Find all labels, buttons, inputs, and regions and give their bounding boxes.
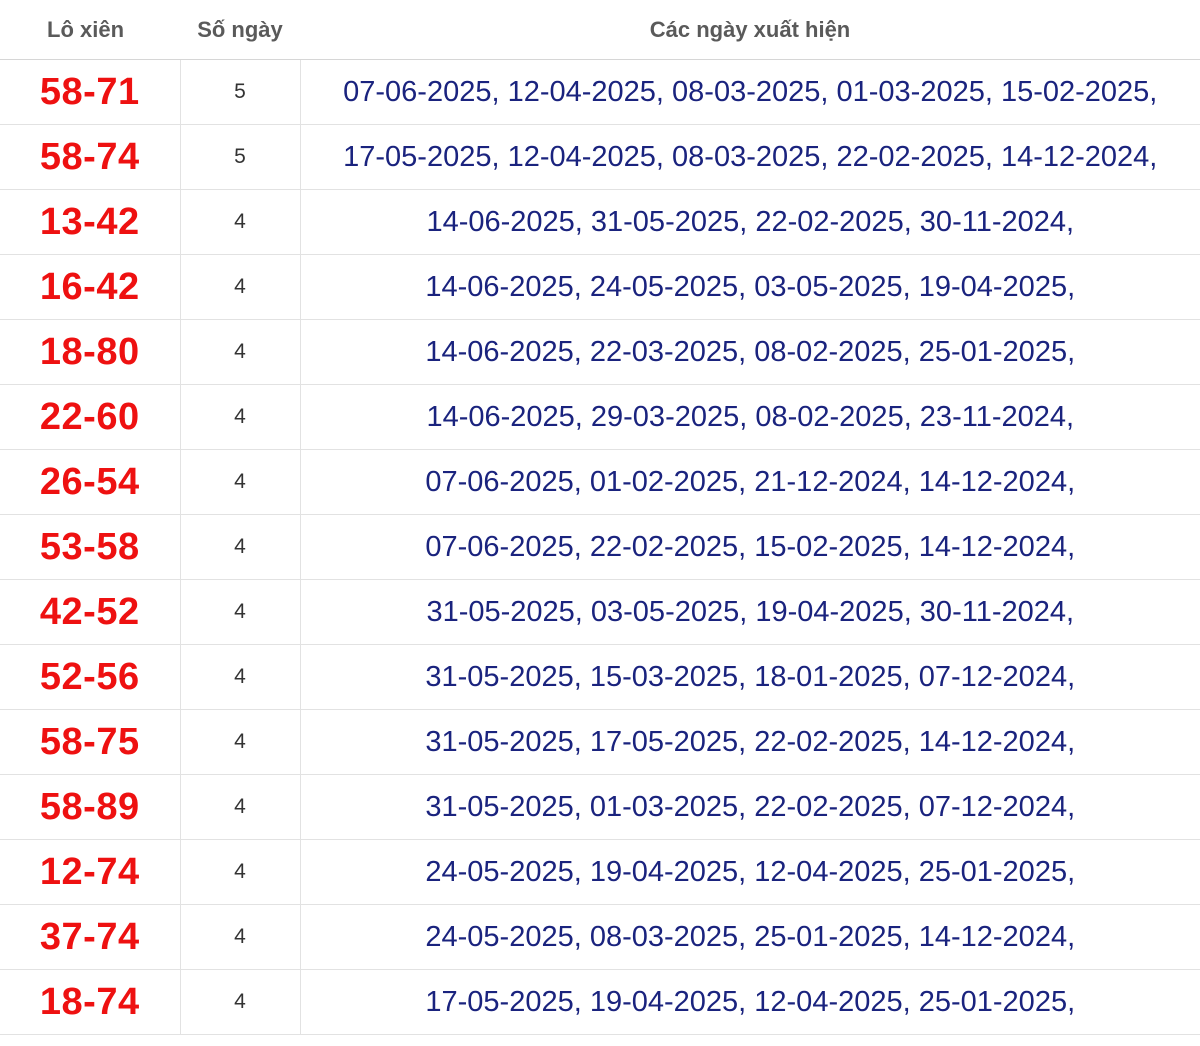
count-cell: 4 [180, 579, 301, 645]
dates-cell: 17-05-2025, 19-04-2025, 12-04-2025, 25-0… [300, 969, 1200, 1035]
dates-cell: 07-06-2025, 01-02-2025, 21-12-2024, 14-1… [300, 449, 1200, 515]
dates-cell: 31-05-2025, 01-03-2025, 22-02-2025, 07-1… [300, 774, 1200, 840]
count-cell: 5 [180, 124, 301, 190]
count-cell: 4 [180, 969, 301, 1035]
table-row: 58-71 5 07-06-2025, 12-04-2025, 08-03-2025… [0, 59, 1200, 125]
pair-cell: 26-54 [0, 449, 181, 515]
pair-cell: 42-52 [0, 579, 181, 645]
header-row: Lô xiên Số ngày Các ngày xuất hiện [0, 0, 1200, 60]
dates-cell: 14-06-2025, 24-05-2025, 03-05-2025, 19-0… [300, 254, 1200, 320]
pair-cell: 37-74 [0, 904, 181, 970]
count-cell: 4 [180, 514, 301, 580]
dates-cell: 07-06-2025, 22-02-2025, 15-02-2025, 14-1… [300, 514, 1200, 580]
table-row: 58-89 4 31-05-2025, 01-03-2025, 22-02-2025… [0, 774, 1200, 840]
table-row: 18-80 4 14-06-2025, 22-03-2025, 08-02-2025… [0, 319, 1200, 385]
table-row: 58-74 5 17-05-2025, 12-04-2025, 08-03-2025… [0, 124, 1200, 190]
pair-cell: 58-74 [0, 124, 181, 190]
table-row: 13-42 4 14-06-2025, 31-05-2025, 22-02-2025… [0, 189, 1200, 255]
table-row: 42-52 4 31-05-2025, 03-05-2025, 19-04-2025… [0, 579, 1200, 645]
pair-cell: 58-75 [0, 709, 181, 775]
count-cell: 4 [180, 774, 301, 840]
dates-cell: 24-05-2025, 19-04-2025, 12-04-2025, 25-0… [300, 839, 1200, 905]
pair-cell: 16-42 [0, 254, 181, 320]
header-pair: Lô xiên [0, 0, 180, 60]
dates-cell: 14-06-2025, 31-05-2025, 22-02-2025, 30-1… [300, 189, 1200, 255]
table-body: 58-71 5 07-06-2025, 12-04-2025, 08-03-2025… [0, 59, 1200, 1035]
header-count: Số ngày [180, 0, 300, 60]
pair-cell: 18-74 [0, 969, 181, 1035]
table-row: 53-58 4 07-06-2025, 22-02-2025, 15-02-2025… [0, 514, 1200, 580]
count-cell: 4 [180, 839, 301, 905]
count-cell: 4 [180, 709, 301, 775]
dates-cell: 24-05-2025, 08-03-2025, 25-01-2025, 14-1… [300, 904, 1200, 970]
dates-cell: 31-05-2025, 15-03-2025, 18-01-2025, 07-1… [300, 644, 1200, 710]
table-row: 16-42 4 14-06-2025, 24-05-2025, 03-05-2025… [0, 254, 1200, 320]
table-row: 26-54 4 07-06-2025, 01-02-2025, 21-12-2024… [0, 449, 1200, 515]
pair-cell: 52-56 [0, 644, 181, 710]
count-cell: 4 [180, 904, 301, 970]
dates-cell: 14-06-2025, 29-03-2025, 08-02-2025, 23-1… [300, 384, 1200, 450]
pair-cell: 13-42 [0, 189, 181, 255]
pair-cell: 58-71 [0, 59, 181, 125]
dates-cell: 31-05-2025, 17-05-2025, 22-02-2025, 14-1… [300, 709, 1200, 775]
dates-cell: 31-05-2025, 03-05-2025, 19-04-2025, 30-1… [300, 579, 1200, 645]
dates-cell: 14-06-2025, 22-03-2025, 08-02-2025, 25-0… [300, 319, 1200, 385]
table-row: 58-75 4 31-05-2025, 17-05-2025, 22-02-2025… [0, 709, 1200, 775]
pair-cell: 58-89 [0, 774, 181, 840]
table-header: Lô xiên Số ngày Các ngày xuất hiện [0, 0, 1200, 60]
pair-cell: 18-80 [0, 319, 181, 385]
table-row: 37-74 4 24-05-2025, 08-03-2025, 25-01-2025… [0, 904, 1200, 970]
dates-cell: 17-05-2025, 12-04-2025, 08-03-2025, 22-0… [300, 124, 1200, 190]
lo-xien-table: Lô xiên Số ngày Các ngày xuất hiện 58-71… [0, 0, 1200, 1035]
header-dates: Các ngày xuất hiện [300, 0, 1200, 60]
count-cell: 4 [180, 644, 301, 710]
count-cell: 4 [180, 384, 301, 450]
table-row: 12-74 4 24-05-2025, 19-04-2025, 12-04-2025… [0, 839, 1200, 905]
dates-cell: 07-06-2025, 12-04-2025, 08-03-2025, 01-0… [300, 59, 1200, 125]
table-row: 22-60 4 14-06-2025, 29-03-2025, 08-02-2025… [0, 384, 1200, 450]
count-cell: 4 [180, 254, 301, 320]
table-row: 18-74 4 17-05-2025, 19-04-2025, 12-04-2025… [0, 969, 1200, 1035]
pair-cell: 12-74 [0, 839, 181, 905]
pair-cell: 53-58 [0, 514, 181, 580]
table-row: 52-56 4 31-05-2025, 15-03-2025, 18-01-2025… [0, 644, 1200, 710]
count-cell: 4 [180, 319, 301, 385]
pair-cell: 22-60 [0, 384, 181, 450]
count-cell: 4 [180, 449, 301, 515]
count-cell: 5 [180, 59, 301, 125]
count-cell: 4 [180, 189, 301, 255]
